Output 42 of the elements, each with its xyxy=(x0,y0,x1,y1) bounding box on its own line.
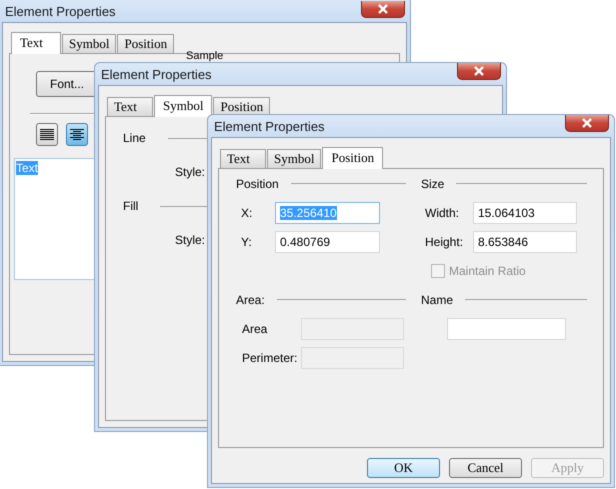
tab[interactable]: Position xyxy=(117,34,174,53)
close-icon xyxy=(473,66,485,76)
dialog-button[interactable]: OK xyxy=(367,458,440,478)
window-title: Element Properties xyxy=(213,118,325,134)
tab[interactable]: Text xyxy=(220,149,266,168)
tab[interactable]: Text xyxy=(11,32,61,54)
field-label: Y: xyxy=(240,234,253,248)
close-icon xyxy=(377,4,389,14)
align-left-button[interactable] xyxy=(36,123,58,146)
align-center-button[interactable] xyxy=(66,123,88,146)
group-label: Size xyxy=(421,176,444,190)
close-icon xyxy=(581,118,593,128)
align-center-icon xyxy=(70,128,84,140)
section-label: Line xyxy=(123,131,146,145)
tab[interactable]: Symbol xyxy=(62,34,116,53)
window-title: Element Properties xyxy=(4,4,116,19)
field-label: Area xyxy=(241,322,268,336)
window-title: Element Properties xyxy=(100,66,212,82)
dialog-button[interactable]: Cancel xyxy=(449,458,522,478)
field-label: Perimeter: xyxy=(241,350,298,364)
section-label: Fill xyxy=(123,199,138,213)
close-button[interactable] xyxy=(457,63,501,80)
field-label: Width: xyxy=(424,206,460,220)
field-label: Style: xyxy=(175,165,206,179)
field-label: Height: xyxy=(424,234,464,248)
group-label: Name xyxy=(421,292,454,306)
sample-label: Sample xyxy=(186,51,224,62)
close-button[interactable] xyxy=(361,1,405,18)
text-field[interactable]: 8.653846 xyxy=(473,230,577,252)
tab[interactable]: Text xyxy=(107,97,153,116)
text-field[interactable] xyxy=(447,318,566,340)
tab[interactable]: Symbol xyxy=(154,95,212,117)
text-field[interactable]: 0.480769 xyxy=(275,230,380,252)
text-field[interactable]: 15.064103 xyxy=(473,202,577,224)
field-label: Style: xyxy=(175,233,206,247)
align-left-icon xyxy=(40,128,54,140)
tab[interactable]: Position xyxy=(322,147,384,169)
field-label: X: xyxy=(240,206,254,220)
tab[interactable]: Symbol xyxy=(267,149,322,168)
group-label: Area: xyxy=(236,292,265,306)
group-label: Position xyxy=(236,176,279,190)
close-button[interactable] xyxy=(565,115,609,132)
